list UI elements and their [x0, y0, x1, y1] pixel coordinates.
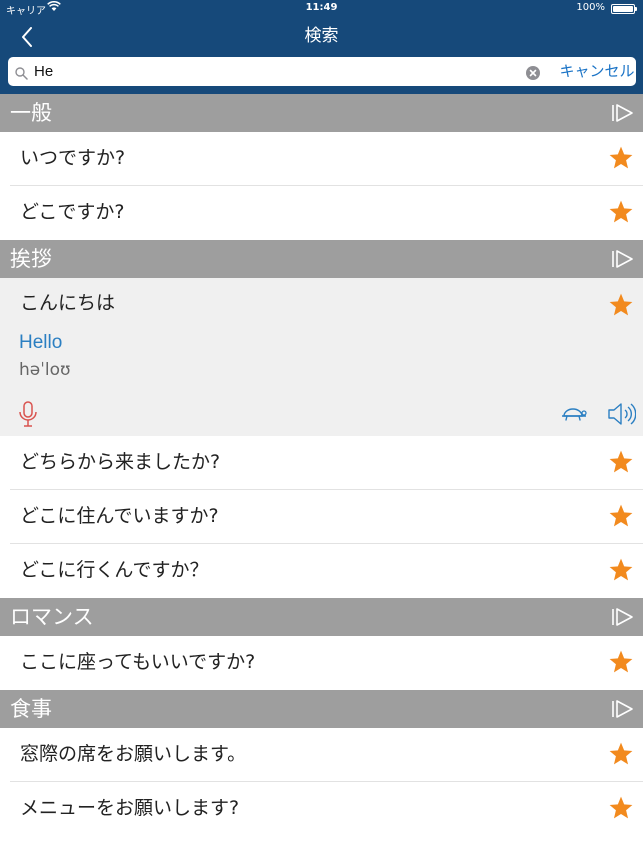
search-icon	[15, 65, 28, 84]
play-all-icon	[612, 700, 633, 718]
star-icon[interactable]	[608, 795, 634, 821]
section-header-greetings: 挨拶	[0, 240, 643, 278]
phrase-text: こんにちは	[20, 292, 116, 314]
microphone-icon[interactable]	[17, 400, 39, 428]
speaker-icon[interactable]	[606, 400, 637, 428]
list-item[interactable]: ここに座ってもいいですか?	[0, 636, 643, 690]
battery-icon	[611, 4, 637, 14]
section-header-dining: 食事	[0, 690, 643, 728]
list-item[interactable]: いつですか?	[0, 132, 643, 186]
phrase-text: 窓際の席をお願いします。	[20, 743, 247, 765]
play-all-icon	[612, 608, 633, 626]
play-all-icon	[612, 250, 633, 268]
phonetic-text: həˈloʊ	[19, 360, 71, 380]
star-icon[interactable]	[608, 649, 634, 675]
star-icon[interactable]	[608, 199, 634, 225]
search-bar: キャンセル	[8, 57, 636, 86]
cancel-button[interactable]: キャンセル	[556, 57, 638, 86]
list-item[interactable]: 窓際の席をお願いします。	[0, 728, 643, 782]
play-section-button[interactable]	[611, 607, 635, 627]
star-icon[interactable]	[608, 145, 634, 171]
play-all-icon	[612, 104, 633, 122]
list-item[interactable]: メニューをお願いします?	[0, 782, 643, 836]
star-icon[interactable]	[608, 741, 634, 767]
status-time: 11:49	[305, 2, 338, 13]
section-header-general: 一般	[0, 94, 643, 132]
section-title: ロマンス	[10, 605, 94, 629]
search-input[interactable]	[34, 59, 514, 84]
battery-percent: 100%	[576, 2, 605, 13]
star-icon[interactable]	[608, 557, 634, 583]
section-title: 挨拶	[10, 247, 52, 271]
phrase-list: 一般 いつですか? どこですか? 挨拶 こんにちは Hello həˈloʊ ど…	[0, 94, 643, 836]
star-icon[interactable]	[608, 292, 634, 318]
list-item[interactable]: どこですか?	[0, 186, 643, 240]
list-item[interactable]: どこに住んでいますか?	[0, 490, 643, 544]
phrase-text: いつですか?	[20, 147, 126, 169]
page-title: 検索	[304, 26, 339, 46]
translation-text: Hello	[19, 332, 63, 353]
phrase-text: メニューをお願いします?	[20, 797, 240, 819]
play-section-button[interactable]	[611, 103, 635, 123]
turtle-slow-playback-icon[interactable]	[560, 404, 588, 424]
list-item[interactable]: どこに行くんですか？	[0, 544, 643, 598]
phrase-text: どこですか?	[20, 201, 125, 223]
phrase-text: ここに座ってもいいですか?	[20, 651, 256, 673]
back-button[interactable]	[14, 24, 40, 50]
clear-search-icon[interactable]	[526, 65, 540, 80]
phrase-text: どこに住んでいますか?	[20, 505, 219, 527]
section-header-romance: ロマンス	[0, 598, 643, 636]
section-title: 食事	[10, 697, 52, 721]
chevron-left-icon	[22, 27, 32, 47]
expanded-list-item[interactable]: こんにちは Hello həˈloʊ	[0, 278, 643, 436]
phrase-text: どちらから来ましたか?	[20, 451, 221, 473]
status-bar: キャリア 11:49 100%	[0, 0, 643, 17]
navigation-bar: キャリア 11:49 100% 検索 キャンセル	[0, 0, 643, 94]
play-section-button[interactable]	[611, 249, 635, 269]
star-icon[interactable]	[608, 449, 634, 475]
phrase-text: どこに行くんですか？	[20, 559, 209, 581]
star-icon[interactable]	[608, 503, 634, 529]
section-title: 一般	[10, 101, 52, 125]
list-item[interactable]: どちらから来ましたか?	[0, 436, 643, 490]
play-section-button[interactable]	[611, 699, 635, 719]
